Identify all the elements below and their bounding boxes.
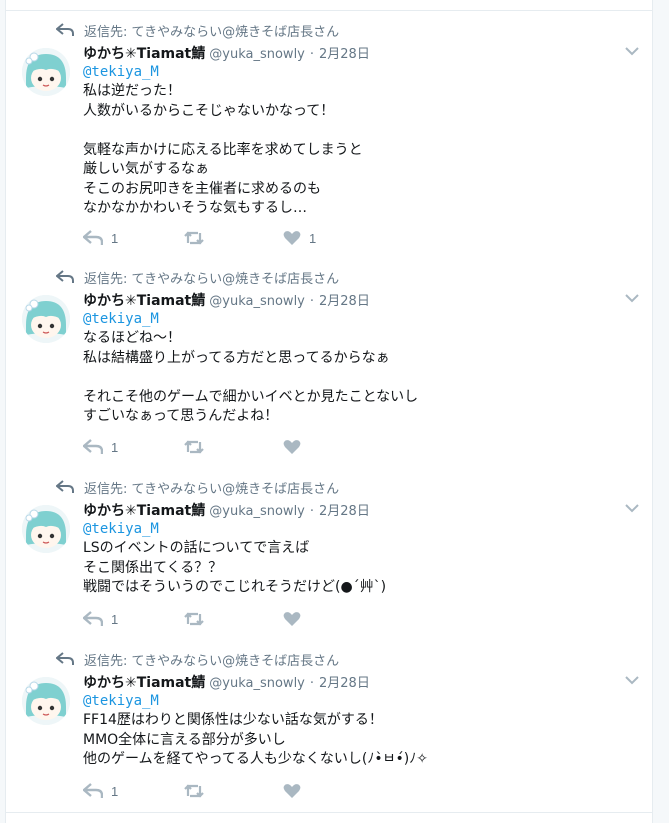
mention-link[interactable]: @tekiya_M	[83, 311, 159, 327]
tweet-text: なるほどね〜！ 私は結構盛り上がってる方だと思ってるからなぁ それこそ他のゲーム…	[83, 330, 419, 424]
retweet-button[interactable]	[183, 783, 283, 799]
timestamp[interactable]: 2月28日	[319, 43, 370, 62]
reply-context-text[interactable]: 返信先: てきやみならい@焼きそば店長さん	[84, 21, 339, 40]
tweet-header: ゆかち✳Tiamat鯖 @yuka_snowly · 2月28日	[83, 290, 370, 310]
reply-arrow-icon	[56, 652, 74, 665]
reply-button[interactable]: 1	[83, 230, 183, 246]
tweet-actions: 1 1	[83, 228, 316, 248]
tweet[interactable]: 返信先: てきやみならい@焼きそば店長さん ゆかち✳Tiamat鯖 @yuka_…	[6, 10, 652, 260]
retweet-button[interactable]	[183, 230, 283, 246]
avatar[interactable]	[22, 677, 70, 725]
reply-context: 返信先: てきやみならい@焼きそば店長さん	[56, 268, 339, 287]
reply-context: 返信先: てきやみならい@焼きそば店長さん	[56, 21, 339, 40]
timestamp[interactable]: 2月28日	[319, 500, 370, 519]
tweet-header: ゆかち✳Tiamat鯖 @yuka_snowly · 2月28日	[83, 500, 370, 520]
tweet-header: ゆかち✳Tiamat鯖 @yuka_snowly · 2月28日	[83, 672, 370, 692]
tweet-actions: 1	[83, 437, 309, 457]
timestamp[interactable]: 2月28日	[319, 672, 370, 691]
heart-icon	[283, 612, 301, 626]
avatar[interactable]	[22, 295, 70, 343]
tweet-actions: 1	[83, 609, 309, 629]
display-name[interactable]: ゆかち✳Tiamat鯖	[83, 500, 205, 520]
avatar[interactable]	[22, 48, 70, 96]
like-button[interactable]	[283, 439, 309, 455]
chevron-down-icon[interactable]	[624, 502, 640, 514]
avatar[interactable]	[22, 505, 70, 553]
reply-arrow-icon	[56, 480, 74, 493]
avatar-image	[22, 48, 70, 96]
chevron-down-icon[interactable]	[624, 674, 640, 686]
separator-dot: ·	[309, 47, 315, 62]
tweet-header: ゆかち✳Tiamat鯖 @yuka_snowly · 2月28日	[83, 43, 370, 63]
timeline: 返信先: てきやみならい@焼きそば店長さん ゆかち✳Tiamat鯖 @yuka_…	[5, 0, 653, 823]
reply-button[interactable]: 1	[83, 439, 183, 455]
avatar-image	[22, 295, 70, 343]
reply-count: 1	[111, 439, 119, 455]
retweet-button[interactable]	[183, 611, 283, 627]
heart-icon	[283, 440, 301, 454]
reply-button[interactable]: 1	[83, 783, 183, 799]
username[interactable]: @yuka_snowly	[209, 676, 305, 691]
retweet-button[interactable]	[183, 439, 283, 455]
tweet[interactable]: 返信先: てきやみならい@焼きそば店長さん ゆかち✳Tiamat鯖 @yuka_…	[6, 640, 652, 813]
like-button[interactable]: 1	[283, 230, 316, 246]
tweet-text: LSのイベントの話についてで言えば そこ関係出てくる？？ 戦闘ではそういうのでこ…	[83, 540, 387, 595]
reply-context-text[interactable]: 返信先: てきやみならい@焼きそば店長さん	[84, 650, 339, 669]
chevron-down-icon[interactable]	[624, 292, 640, 304]
separator-dot: ·	[309, 294, 315, 309]
heart-icon	[283, 231, 301, 245]
reply-icon	[83, 230, 103, 245]
timestamp[interactable]: 2月28日	[319, 290, 370, 309]
tweet[interactable]: 返信先: てきやみならい@焼きそば店長さん ゆかち✳Tiamat鯖 @yuka_…	[6, 258, 652, 469]
tweet-text: FF14歴はわりと関係性は少ない話な気がする！ MMO全体に言える部分が多いし …	[83, 712, 428, 767]
mention-link[interactable]: @tekiya_M	[83, 64, 159, 80]
heart-icon	[283, 784, 301, 798]
retweet-icon	[184, 231, 204, 245]
avatar-image	[22, 677, 70, 725]
retweet-icon	[184, 784, 204, 798]
reply-context-text[interactable]: 返信先: てきやみならい@焼きそば店長さん	[84, 478, 339, 497]
tweet-text: 私は逆だった！ 人数がいるからこそじゃないかなって！ 気軽な声かけに応える比率を…	[83, 83, 363, 216]
reply-context-text[interactable]: 返信先: てきやみならい@焼きそば店長さん	[84, 268, 339, 287]
reply-count: 1	[111, 783, 119, 799]
like-count: 1	[309, 230, 317, 246]
separator-dot: ·	[309, 504, 315, 519]
mention-link[interactable]: @tekiya_M	[83, 693, 159, 709]
username[interactable]: @yuka_snowly	[209, 294, 305, 309]
display-name[interactable]: ゆかち✳Tiamat鯖	[83, 672, 205, 692]
like-button[interactable]	[283, 611, 309, 627]
chevron-down-icon[interactable]	[624, 45, 640, 57]
reply-arrow-icon	[56, 270, 74, 283]
retweet-icon	[184, 612, 204, 626]
reply-context: 返信先: てきやみならい@焼きそば店長さん	[56, 650, 339, 669]
reply-count: 1	[111, 611, 119, 627]
display-name[interactable]: ゆかち✳Tiamat鯖	[83, 43, 205, 63]
display-name[interactable]: ゆかち✳Tiamat鯖	[83, 290, 205, 310]
reply-count: 1	[111, 230, 119, 246]
retweet-icon	[184, 440, 204, 454]
reply-button[interactable]: 1	[83, 611, 183, 627]
like-button[interactable]	[283, 783, 309, 799]
reply-icon	[83, 783, 103, 798]
separator-dot: ·	[309, 676, 315, 691]
tweet-actions: 1	[83, 781, 309, 801]
reply-icon	[83, 611, 103, 626]
avatar-image	[22, 505, 70, 553]
username[interactable]: @yuka_snowly	[209, 504, 305, 519]
reply-context: 返信先: てきやみならい@焼きそば店長さん	[56, 478, 339, 497]
reply-arrow-icon	[56, 23, 74, 36]
tweet[interactable]: 返信先: てきやみならい@焼きそば店長さん ゆかち✳Tiamat鯖 @yuka_…	[6, 468, 652, 641]
reply-icon	[83, 439, 103, 454]
mention-link[interactable]: @tekiya_M	[83, 521, 159, 537]
username[interactable]: @yuka_snowly	[209, 47, 305, 62]
